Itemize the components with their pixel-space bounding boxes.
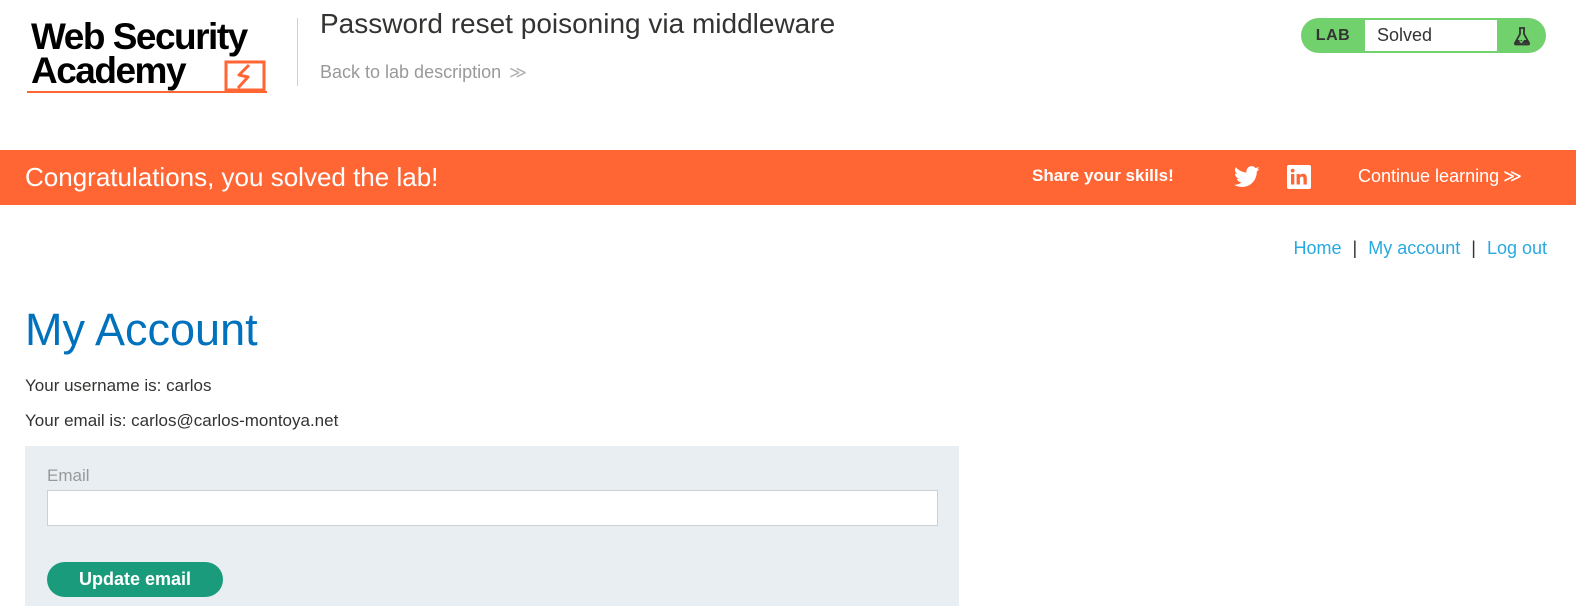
chevron-right-icon: ≫ xyxy=(1503,166,1522,186)
congratulations-message: Congratulations, you solved the lab! xyxy=(25,162,439,192)
email-info: Your email is: carlos@carlos-montoya.net xyxy=(25,411,339,430)
lab-title: Password reset poisoning via middleware xyxy=(320,8,836,39)
my-account-link[interactable]: My account xyxy=(1368,238,1460,258)
nav-separator: | xyxy=(1471,238,1476,258)
continue-learning-link[interactable]: Continue learning ≫ xyxy=(1358,166,1522,187)
home-link[interactable]: Home xyxy=(1294,238,1342,258)
share-skills-label: Share your skills! xyxy=(1032,166,1174,185)
log-out-link[interactable]: Log out xyxy=(1487,238,1547,258)
lab-status-text: Solved xyxy=(1365,20,1497,51)
page-title: My Account xyxy=(25,304,258,355)
linkedin-icon[interactable] xyxy=(1287,165,1311,189)
continue-learning-label: Continue learning xyxy=(1358,166,1500,186)
username-info: Your username is: carlos xyxy=(25,376,212,395)
chevron-right-icon: ≫ xyxy=(509,63,527,82)
update-email-button[interactable]: Update email xyxy=(47,562,223,597)
twitter-icon[interactable] xyxy=(1234,166,1260,188)
nav-separator: | xyxy=(1352,238,1358,258)
logo-text-line2: Academy xyxy=(31,50,187,91)
logo-underline xyxy=(27,91,267,93)
header-divider xyxy=(297,18,298,86)
account-nav: Home | My account | Log out xyxy=(1294,238,1548,259)
flask-icon xyxy=(1497,26,1546,46)
back-link-label: Back to lab description xyxy=(320,62,502,82)
notification-banner: Congratulations, you solved the lab! Sha… xyxy=(0,150,1576,205)
lab-status-badge: LAB Solved xyxy=(1301,18,1546,53)
page-header: Web Security Academy Password reset pois… xyxy=(0,0,1576,150)
web-security-academy-logo[interactable]: Web Security Academy xyxy=(27,14,297,100)
back-to-lab-description-link[interactable]: Back to lab description ≫ xyxy=(320,62,527,83)
email-field-label: Email xyxy=(47,466,90,485)
lab-badge-label: LAB xyxy=(1315,26,1351,44)
logo-bolt-icon xyxy=(224,60,266,92)
change-email-form: Email Update email xyxy=(25,446,959,606)
email-field[interactable] xyxy=(47,490,938,526)
